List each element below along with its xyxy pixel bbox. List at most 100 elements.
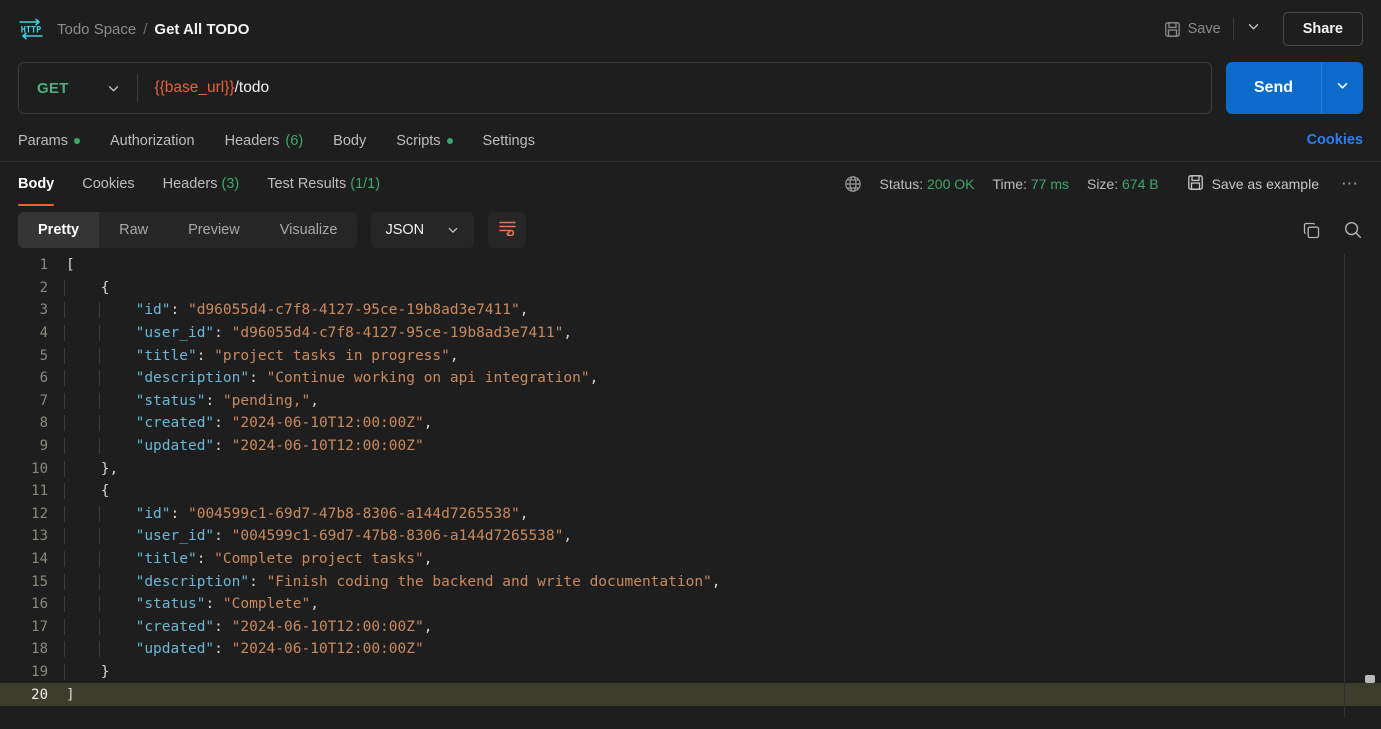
response-tab-body[interactable]: Body [18,162,55,206]
json-key: "created" [135,618,215,635]
response-tab-cookies[interactable]: Cookies [82,162,134,206]
language-selector[interactable]: JSON [371,212,475,248]
code-text: { [66,483,110,499]
status-value: 200 OK [927,176,975,192]
send-button[interactable]: Send [1225,62,1321,114]
json-string: "2024-06-10T12:00:00Z" [231,618,424,635]
response-tab-test-results[interactable]: Test Results (1/1) [267,162,380,206]
code-content: "user_id": "d96055d4-c7f8-4127-95ce-19b8… [62,325,1381,342]
page-title: Get All TODO [154,20,250,38]
code-content: "description": "Finish coding the backen… [62,573,1381,590]
line-number: 18 [31,641,48,658]
code-text: "user_id": "004599c1-69d7-47b8-8306-a144… [66,528,573,545]
save-as-example-button[interactable]: Save as example [1187,174,1319,194]
indent-guide [64,302,65,319]
tab-authorization[interactable]: Authorization [110,118,195,161]
json-key: "updated" [135,438,215,455]
view-raw[interactable]: Raw [99,212,168,248]
response-tab-headers[interactable]: Headers (3) [163,162,240,206]
indent-guide [98,528,100,545]
tab-label: Params [18,132,68,149]
json-punctuation: , [449,347,459,364]
indent-guide [64,551,65,568]
code-content: [ [62,257,1381,273]
view-pretty[interactable]: Pretty [18,212,100,248]
code-content: "status": "pending,", [62,392,1381,409]
send-dropdown-button[interactable] [1321,62,1363,114]
json-punctuation: , [519,505,529,522]
json-punctuation: , [423,551,433,568]
tab-body[interactable]: Body [333,118,366,161]
json-punctuation: ] [66,686,75,703]
copy-icon[interactable] [1302,221,1321,240]
code-content: { [62,279,1381,296]
view-visualize[interactable]: Visualize [260,212,358,248]
tab-settings[interactable]: Settings [483,118,535,161]
json-punctuation: , [711,573,721,590]
word-wrap-button[interactable] [488,212,527,248]
code-content: } [62,663,1381,680]
json-key: "user_id" [135,528,215,545]
line-number: 5 [39,347,48,364]
tab-scripts[interactable]: Scripts [396,118,453,161]
code-text: "updated": "2024-06-10T12:00:00Z" [66,438,424,454]
header-divider [1232,18,1234,40]
line-number: 3 [39,302,48,319]
code-text: "description": "Continue working on api … [66,370,599,387]
json-punctuation: , [519,302,529,319]
code-line: 18 "updated": "2024-06-10T12:00:00Z" [0,638,1381,661]
method-selector[interactable]: GET [19,63,137,113]
floppy-disk-icon [1187,174,1204,194]
code-line: 7 "status": "pending,", [0,390,1381,413]
search-icon[interactable] [1343,220,1363,240]
tab-headers[interactable]: Headers (6) [225,118,304,161]
json-punctuation: : [214,325,232,342]
save-dropdown-button[interactable] [1236,12,1271,46]
share-button[interactable]: Share [1282,12,1363,46]
json-punctuation: , [310,392,319,409]
indent-guide [64,573,65,590]
code-line: 17 "created": "2024-06-10T12:00:00Z", [0,616,1381,639]
code-line: 19} [0,661,1381,684]
line-number: 6 [39,370,48,387]
code-text: } [66,664,110,680]
code-line: 12 "id": "004599c1-69d7-47b8-8306-a144d72… [0,503,1381,526]
code-text: { [66,280,110,296]
tab-count: (1/1) [350,176,381,192]
code-content: "created": "2024-06-10T12:00:00Z", [62,618,1381,635]
breadcrumb-workspace[interactable]: Todo Space [57,21,136,38]
indent-guide [98,641,100,658]
line-number: 10 [31,460,48,477]
code-text: "user_id": "d96055d4-c7f8-4127-95ce-19b8… [66,325,573,342]
indent-guide [64,325,65,342]
tab-count: (3) [221,176,240,192]
json-key: "created" [135,415,215,432]
chevron-down-icon [446,223,460,237]
ellipsis-icon[interactable]: ⋯ [1337,174,1363,194]
url-input[interactable]: {{base_url}}/todo [138,63,1210,113]
language-label: JSON [385,222,425,238]
save-button[interactable]: Save [1154,15,1231,44]
line-number: 20 [31,686,48,703]
indent-guide [64,392,65,409]
line-number: 8 [39,415,48,432]
cookies-link[interactable]: Cookies [1307,132,1363,148]
modified-dot-icon [73,137,80,144]
json-punctuation: { [100,483,110,500]
tab-label: Body [333,132,367,149]
vertical-scrollbar-thumb[interactable] [1365,675,1375,683]
json-punctuation: : [205,392,223,409]
json-string: "Continue working on api integration" [266,370,590,387]
app-header: HTTP Todo Space / Get All TODO Save Shar… [0,0,1381,58]
code-line: 5 "title": "project tasks in progress", [0,344,1381,367]
json-punctuation: : [205,596,223,613]
response-body-editor[interactable]: 1[2{3 "id": "d96055d4-c7f8-4127-95ce-19b8… [0,254,1381,717]
indent-guide [64,279,65,296]
json-punctuation: } [100,663,110,680]
view-preview[interactable]: Preview [168,212,260,248]
json-key: "status" [135,392,206,409]
url-bar-row: GET {{base_url}}/todo Send [0,58,1381,118]
json-key: "title" [135,347,197,364]
tab-params[interactable]: Params [18,118,80,161]
code-text: "id": "d96055d4-c7f8-4127-95ce-19b8ad3e7… [66,302,529,319]
